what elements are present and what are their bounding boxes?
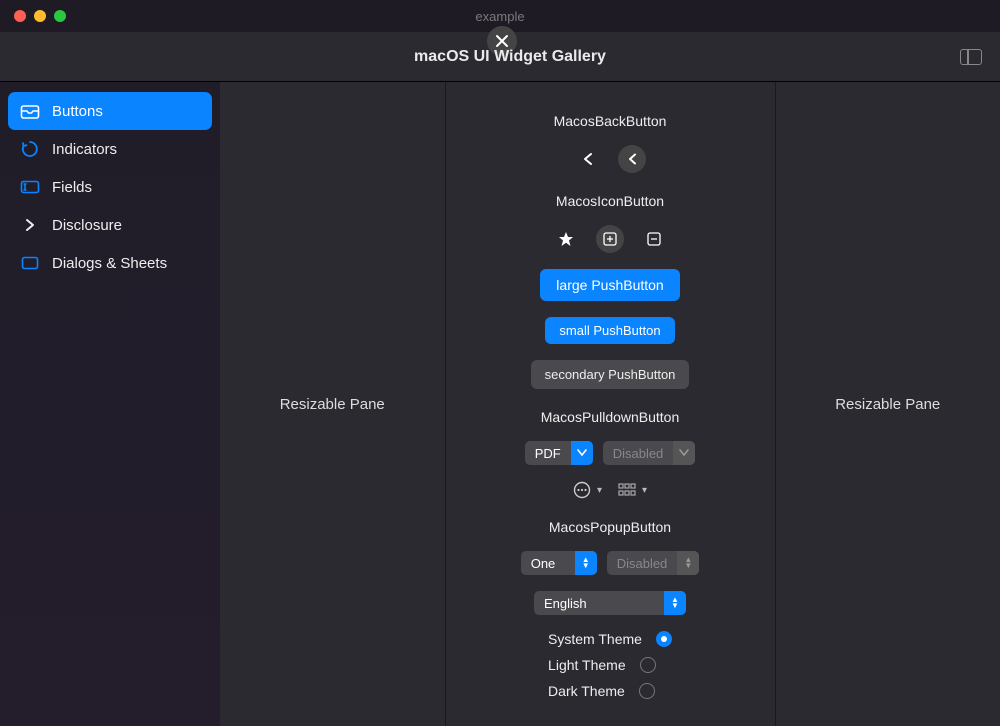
sidebar-item-disclosure[interactable]: Disclosure xyxy=(8,206,212,244)
filebox-icon xyxy=(20,101,40,121)
pane-label: Resizable Pane xyxy=(835,396,940,413)
content-area: Resizable Pane MacosBackButton MacosIcon… xyxy=(220,82,1000,726)
disabled-popup: Disabled ▲▼ xyxy=(607,551,700,575)
updown-chevron-icon: ▲▼ xyxy=(575,551,597,575)
sidebar-item-label: Buttons xyxy=(52,103,103,120)
radio-label: Dark Theme xyxy=(548,683,625,699)
star-icon-button[interactable] xyxy=(552,225,580,253)
section-icon-title: MacosIconButton xyxy=(556,193,664,209)
one-popup[interactable]: One ▲▼ xyxy=(521,551,597,575)
radio-label: System Theme xyxy=(548,631,642,647)
language-popup[interactable]: English ▲▼ xyxy=(534,591,686,615)
radio-light-theme[interactable]: Light Theme xyxy=(548,657,656,673)
popup-label: Disabled xyxy=(607,556,678,571)
right-pane[interactable]: Resizable Pane xyxy=(776,82,1000,726)
traffic-lights xyxy=(14,10,66,22)
pulldown-row: PDF Disabled xyxy=(525,441,696,465)
sidebar-item-fields[interactable]: Fields xyxy=(8,168,212,206)
center-pane: MacosBackButton MacosIconButton xyxy=(446,82,776,726)
sidebar-toggle-icon[interactable] xyxy=(960,49,982,65)
disabled-pulldown: Disabled xyxy=(603,441,696,465)
section-back-title: MacosBackButton xyxy=(554,113,667,129)
sidebar-item-label: Indicators xyxy=(52,141,117,158)
sidebar-item-dialogs[interactable]: Dialogs & Sheets xyxy=(8,244,212,282)
sidebar-item-label: Disclosure xyxy=(52,217,122,234)
minus-icon-button[interactable] xyxy=(640,225,668,253)
main-content: Buttons Indicators Fields Disclosure Dia… xyxy=(0,82,1000,726)
pulldown-label: Disabled xyxy=(603,446,674,461)
theme-radio-group: System Theme Light Theme Dark Theme xyxy=(548,631,672,699)
textfield-icon xyxy=(20,177,40,197)
radio-off-icon xyxy=(639,683,655,699)
chevron-down-icon: ▾ xyxy=(597,485,602,496)
pulldown-icon-row: ▾ ▾ xyxy=(573,481,647,499)
sidebar-item-indicators[interactable]: Indicators xyxy=(8,130,212,168)
chevron-down-icon xyxy=(571,441,593,465)
pane-label: Resizable Pane xyxy=(280,396,385,413)
sidebar-item-buttons[interactable]: Buttons xyxy=(8,92,212,130)
pulldown-label: PDF xyxy=(525,446,571,461)
popup-label: English xyxy=(534,596,664,611)
popup-label: One xyxy=(521,556,575,571)
section-pulldown-title: MacosPulldownButton xyxy=(541,409,680,425)
small-push-button[interactable]: small PushButton xyxy=(545,317,674,344)
fullscreen-window-button[interactable] xyxy=(54,10,66,22)
radio-off-icon xyxy=(640,657,656,673)
popup-row: One ▲▼ Disabled ▲▼ xyxy=(521,551,700,575)
back-button-row xyxy=(574,145,646,173)
chevron-down-icon: ▾ xyxy=(642,485,647,496)
ellipsis-pulldown[interactable]: ▾ xyxy=(573,481,602,499)
window-icon xyxy=(20,253,40,273)
chevron-right-icon xyxy=(20,215,40,235)
updown-chevron-icon: ▲▼ xyxy=(664,591,686,615)
radio-on-icon xyxy=(656,631,672,647)
radio-label: Light Theme xyxy=(548,657,626,673)
loading-icon xyxy=(20,139,40,159)
sidebar: Buttons Indicators Fields Disclosure Dia… xyxy=(0,82,220,726)
radio-system-theme[interactable]: System Theme xyxy=(548,631,672,647)
window-title: example xyxy=(475,9,524,24)
pdf-pulldown[interactable]: PDF xyxy=(525,441,593,465)
page-title: macOS UI Widget Gallery xyxy=(414,48,606,66)
back-button-plain[interactable] xyxy=(574,145,602,173)
grid-pulldown[interactable]: ▾ xyxy=(618,483,647,497)
large-push-button[interactable]: large PushButton xyxy=(540,269,679,301)
toolbar: macOS UI Widget Gallery xyxy=(0,32,1000,82)
back-button-circle[interactable] xyxy=(618,145,646,173)
radio-dark-theme[interactable]: Dark Theme xyxy=(548,683,655,699)
icon-button-row xyxy=(552,225,668,253)
minimize-window-button[interactable] xyxy=(34,10,46,22)
plus-icon-button[interactable] xyxy=(596,225,624,253)
section-popup-title: MacosPopupButton xyxy=(549,519,671,535)
sidebar-item-label: Dialogs & Sheets xyxy=(52,255,167,272)
chevron-down-icon xyxy=(673,441,695,465)
left-pane[interactable]: Resizable Pane xyxy=(220,82,446,726)
secondary-push-button[interactable]: secondary PushButton xyxy=(531,360,690,389)
close-window-button[interactable] xyxy=(14,10,26,22)
updown-chevron-icon: ▲▼ xyxy=(677,551,699,575)
sidebar-item-label: Fields xyxy=(52,179,92,196)
